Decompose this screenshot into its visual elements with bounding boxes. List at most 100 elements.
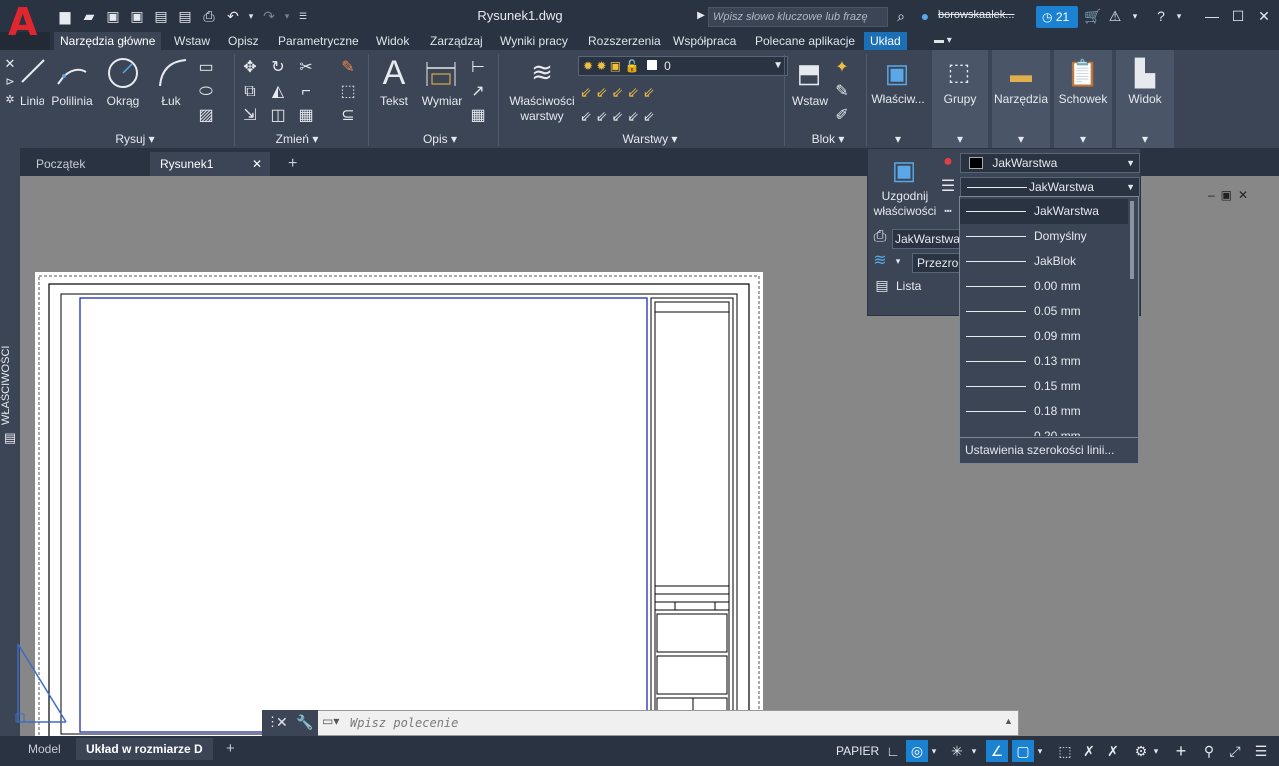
list-item[interactable]: 0.18 mm — [960, 399, 1128, 424]
list-item[interactable]: 0.15 mm — [960, 374, 1128, 399]
autocad-logo-icon[interactable]: A — [8, 3, 44, 41]
table-icon[interactable]: ▦ — [468, 106, 488, 126]
list-item[interactable]: Domyślny — [960, 224, 1128, 249]
chevron-down-icon[interactable]: ▾ — [892, 251, 904, 271]
chevron-down-icon[interactable]: ▾ — [1150, 740, 1162, 762]
grid-icon[interactable]: ∟ — [882, 740, 904, 762]
match-properties-button[interactable]: Uzgodnij właściwości — [870, 189, 940, 219]
tab-output[interactable]: Wyniki pracy — [494, 32, 574, 50]
undo-dropdown-icon[interactable]: ▾ — [242, 7, 260, 25]
color-combo[interactable]: JakWarstwa ▼ — [960, 153, 1140, 173]
isolate-objects-icon[interactable]: ⚲ — [1198, 740, 1220, 762]
save-web-icon[interactable]: ▤ — [176, 7, 194, 25]
list-item[interactable]: 0.05 mm — [960, 299, 1128, 324]
arc-button[interactable]: Łuk — [154, 94, 188, 108]
open-web-icon[interactable]: ▤ — [152, 7, 170, 25]
chevron-down-icon[interactable]: ▾ — [992, 132, 1050, 148]
tab-featured-apps[interactable]: Polecane aplikacje — [749, 32, 861, 50]
list-item[interactable]: 0.13 mm — [960, 349, 1128, 374]
erase-icon[interactable]: ✎ — [338, 58, 358, 78]
rotate-icon[interactable]: ↻ — [268, 58, 288, 78]
layer-combo[interactable]: ✹ ✹ ▣ 🔓 0 ▼ — [578, 56, 788, 76]
dimension-button[interactable]: Wymiar — [418, 94, 466, 108]
help-icon[interactable]: ? — [1152, 7, 1170, 25]
list-item[interactable]: 0.00 mm — [960, 274, 1128, 299]
scrollbar[interactable] — [1130, 201, 1134, 279]
lineweight-combo[interactable]: JakWarstwa ▼ — [960, 177, 1140, 197]
tab-annotate[interactable]: Opisz — [222, 32, 265, 50]
minimize-icon[interactable]: — — [1200, 6, 1224, 26]
tab-collaborate[interactable]: Współpraca — [667, 32, 742, 50]
scale-icon[interactable]: ◫ — [268, 106, 288, 126]
fullscreen-icon[interactable]: ⤢ — [1224, 740, 1246, 762]
polar-icon[interactable]: ∠ — [986, 740, 1008, 762]
rectangle-icon[interactable]: ▭ — [196, 58, 216, 78]
properties-icon[interactable]: ▣ — [880, 56, 914, 90]
copy-icon[interactable]: ⧉ — [240, 82, 260, 102]
chevron-down-icon[interactable]: ▾ — [928, 740, 940, 762]
tab-layout[interactable]: Układ — [864, 32, 907, 50]
tab-parametric[interactable]: Parametryczne — [272, 32, 365, 50]
view-icon[interactable]: ▙ — [1128, 56, 1162, 90]
undo-icon[interactable]: ↶ — [224, 7, 242, 25]
chevron-down-icon[interactable]: ▾ — [932, 132, 988, 148]
new-file-icon[interactable]: ▆ — [56, 7, 74, 25]
transparency-combo[interactable]: Przezroc — [912, 253, 962, 273]
properties-button[interactable]: Właściw... — [870, 92, 926, 106]
customize-menu-icon[interactable]: ☰ — [1250, 740, 1272, 762]
chevron-down-icon[interactable]: ▾ — [1054, 132, 1112, 148]
trim-icon[interactable]: ✂ — [296, 58, 316, 78]
chevron-down-icon[interactable]: ▾ — [870, 132, 926, 148]
clipboard-button[interactable]: Schowek — [1054, 92, 1112, 106]
view-button[interactable]: Widok — [1116, 92, 1174, 106]
line-button[interactable]: Linia — [20, 94, 44, 108]
notifications-badge[interactable]: ◷ 21 — [1036, 6, 1078, 28]
tab-drawing1[interactable]: Rysunek1 ✕ — [150, 152, 270, 176]
command-history-icon[interactable]: ▲ — [1004, 716, 1013, 726]
polyline-button[interactable]: Polilinia — [48, 94, 96, 108]
mirror-icon[interactable]: ◭ — [268, 82, 288, 102]
leader-icon[interactable]: ↗ — [468, 82, 488, 102]
groups-icon[interactable]: ⬚ — [942, 56, 976, 90]
layer-tools-row1-icon[interactable]: ⇙⇙⇙⇙⇙ — [580, 82, 700, 102]
arc-icon[interactable] — [156, 56, 190, 90]
save-icon[interactable]: ▣ — [104, 7, 122, 25]
insert-block-button[interactable]: Wstaw — [790, 94, 830, 108]
block-panel-label[interactable]: Blok ▾ — [798, 132, 858, 148]
properties-icon[interactable]: ▤ — [2, 428, 18, 448]
paper-sheet[interactable] — [35, 272, 763, 742]
user-name[interactable]: borowskaalek... — [938, 9, 1030, 21]
help-dropdown-icon[interactable]: ▾ — [1170, 7, 1188, 25]
text-button[interactable]: Tekst — [376, 94, 412, 108]
groups-button[interactable]: Grupy — [932, 92, 988, 106]
layer-properties-icon[interactable]: ≋ — [524, 56, 560, 88]
explode-icon[interactable]: ⬚ — [338, 82, 358, 102]
draw-panel-label[interactable]: Rysuj ▾ — [80, 132, 190, 148]
text-icon[interactable]: A — [378, 54, 410, 92]
viewport-window-controls[interactable]: –▣✕ — [1208, 188, 1268, 202]
maximize-icon[interactable]: ☐ — [1226, 6, 1250, 26]
close-icon[interactable]: ✕ — [2, 54, 18, 74]
paper-space-toggle[interactable]: PAPIER — [836, 744, 879, 758]
fillet-icon[interactable]: ⌐ — [296, 82, 316, 102]
user-icon[interactable]: ● — [916, 7, 934, 25]
tab-addins[interactable]: Rozszerzenia — [582, 32, 667, 50]
osnap-icon[interactable]: ▢ — [1012, 740, 1034, 762]
list-item[interactable]: 0.09 mm — [960, 324, 1128, 349]
layer-tools-row2-icon[interactable]: ⇙⇙⇙⇙⇙ — [580, 106, 700, 126]
plus-icon[interactable]: + — [1170, 740, 1192, 762]
stretch-icon[interactable]: ⇲ — [240, 106, 260, 126]
tab-model[interactable]: Model — [18, 738, 71, 760]
match-properties-icon[interactable]: ▣ — [886, 153, 922, 187]
properties-palette-label[interactable]: WŁAŚCIWOŚCI — [0, 340, 20, 430]
new-tab-plus-icon[interactable]: + — [278, 152, 307, 176]
search-icon[interactable]: ⌕ — [892, 7, 910, 25]
list-button[interactable]: Lista — [896, 279, 921, 293]
save-as-icon[interactable]: ▣ — [128, 7, 146, 25]
ellipse-icon[interactable]: ⬭ — [196, 82, 216, 102]
polyline-icon[interactable] — [56, 58, 90, 88]
edit-block-icon[interactable]: ✎ — [832, 82, 852, 102]
utilities-button[interactable]: Narzędzia — [992, 92, 1050, 106]
ortho-icon[interactable]: ✳ — [946, 740, 968, 762]
settings-icon[interactable]: ✲ — [2, 90, 18, 110]
